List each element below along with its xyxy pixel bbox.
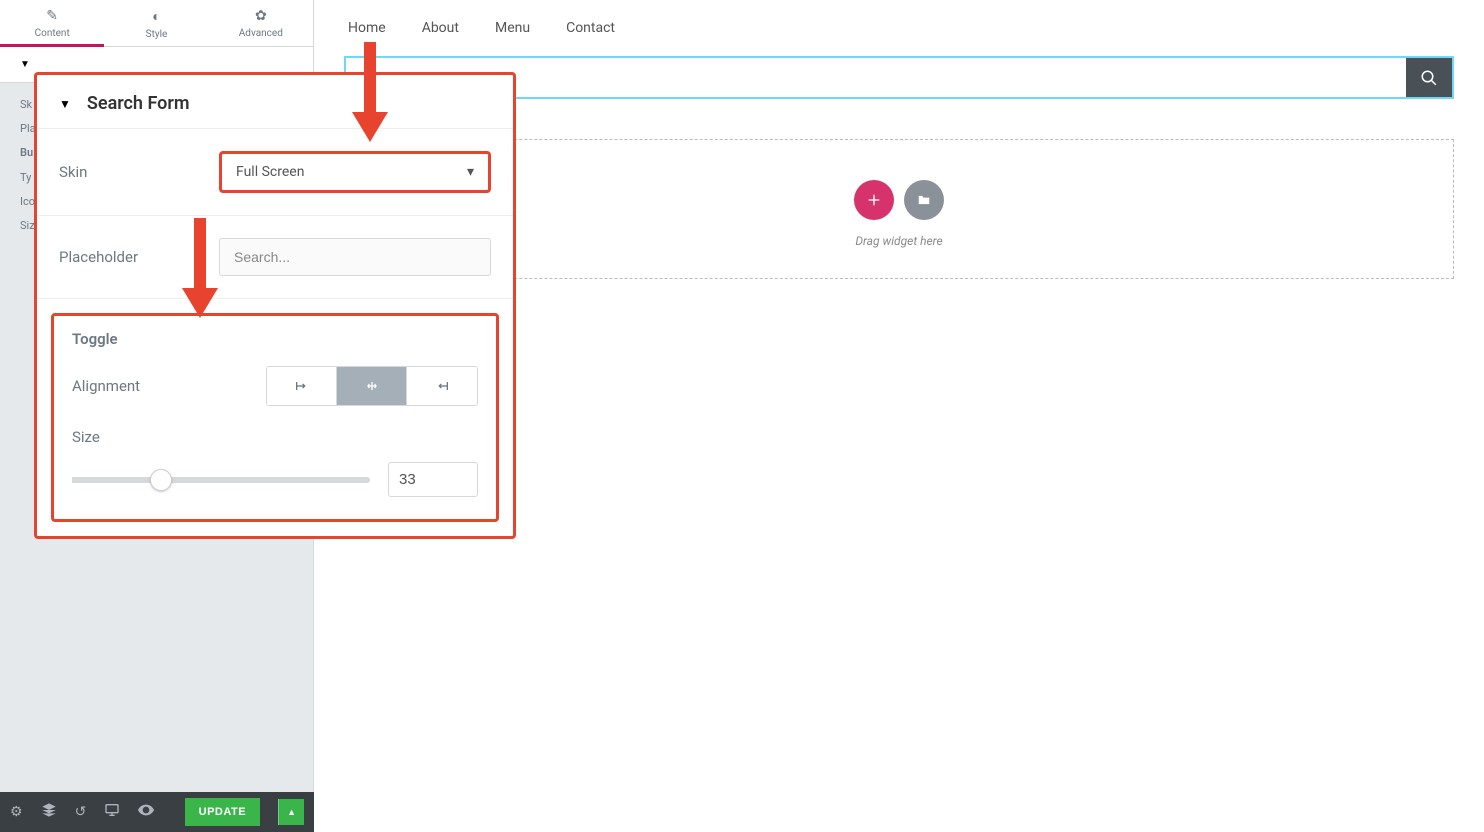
nav-menu[interactable]: Menu (495, 20, 530, 36)
add-section-button[interactable] (854, 180, 894, 220)
annotation-arrow (352, 42, 388, 142)
toggle-title: Toggle (72, 330, 478, 348)
toggle-section: Toggle Alignment Size (51, 313, 499, 522)
tab-label: Advanced (239, 28, 283, 39)
gear-icon: ✿ (209, 8, 313, 24)
slider-thumb[interactable] (150, 469, 172, 491)
placeholder-input[interactable] (219, 238, 491, 276)
alignment-row: Alignment (72, 366, 478, 406)
alignment-buttons (266, 366, 478, 406)
responsive-icon[interactable] (104, 802, 120, 822)
alignment-label: Alignment (72, 377, 140, 395)
search-button[interactable] (1406, 58, 1452, 97)
annotation-arrow (182, 218, 218, 318)
update-dropdown[interactable]: ▲ (278, 799, 304, 825)
preview-icon[interactable] (138, 802, 154, 822)
bottom-bar: ⚙ ↺ Update ▲ (0, 792, 314, 832)
navigator-icon[interactable] (41, 802, 57, 822)
caret-down-icon: ▼ (20, 59, 30, 70)
add-template-button[interactable] (904, 180, 944, 220)
sidebar-tabs: ✎ Content ◐ Style ✿ Advanced (0, 0, 313, 47)
settings-icon[interactable]: ⚙ (10, 804, 23, 820)
tab-content[interactable]: ✎ Content (0, 0, 104, 46)
drop-buttons (365, 180, 1433, 220)
popup-header[interactable]: ▼ Search Form (37, 75, 513, 129)
align-left-button[interactable] (267, 367, 337, 405)
plus-icon (866, 192, 882, 208)
skin-select[interactable]: Full Screen ▾ (219, 151, 491, 193)
size-row: Size (72, 428, 478, 497)
size-slider[interactable] (72, 477, 370, 483)
site-nav: Home About Menu Contact (344, 20, 1454, 36)
tab-advanced[interactable]: ✿ Advanced (209, 0, 313, 46)
skin-row: Skin Full Screen ▾ (37, 129, 513, 216)
size-controls (72, 462, 478, 497)
tab-label: Style (146, 29, 168, 40)
align-center-icon (364, 378, 380, 394)
skin-label: Skin (59, 163, 219, 181)
align-right-button[interactable] (407, 367, 477, 405)
pencil-icon: ✎ (0, 8, 104, 24)
size-input[interactable] (388, 462, 478, 497)
skin-value: Full Screen (236, 164, 304, 180)
search-icon (1420, 69, 1438, 87)
settings-popup: ▼ Search Form Skin Full Screen ▾ Placeho… (34, 72, 516, 539)
nav-home[interactable]: Home (348, 20, 386, 36)
history-icon[interactable]: ↺ (75, 804, 87, 820)
popup-title: Search Form (87, 93, 190, 114)
caret-down-icon: ▼ (59, 97, 71, 111)
align-center-button[interactable] (337, 367, 407, 405)
folder-icon (917, 193, 931, 207)
tab-style[interactable]: ◐ Style (104, 0, 208, 46)
align-right-icon (434, 378, 450, 394)
size-label: Size (72, 428, 478, 446)
nav-contact[interactable]: Contact (566, 20, 615, 36)
nav-about[interactable]: About (422, 20, 459, 36)
chevron-down-icon: ▾ (467, 164, 474, 180)
align-left-icon (294, 378, 310, 394)
contrast-icon: ◐ (104, 8, 208, 25)
update-button[interactable]: Update (185, 798, 260, 826)
tab-label: Content (35, 28, 70, 39)
drop-text: Drag widget here (365, 234, 1433, 248)
placeholder-row: Placeholder (37, 216, 513, 299)
